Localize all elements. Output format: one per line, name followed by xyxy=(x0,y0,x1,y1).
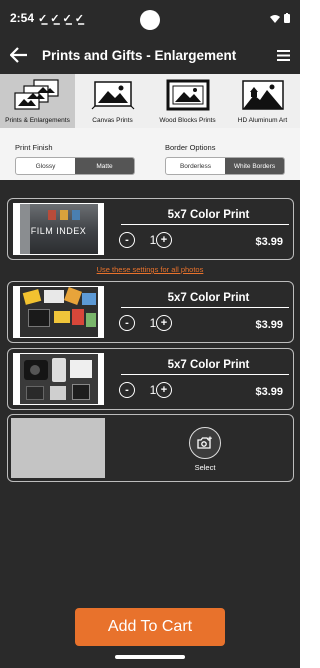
divider xyxy=(121,307,289,308)
notification-icons: ✓̲ ✓̲ ✓̲ ✓̲ xyxy=(38,12,84,25)
quantity-decrease-button[interactable]: - xyxy=(119,382,135,398)
back-arrow-icon[interactable] xyxy=(8,44,30,66)
select-label: Select xyxy=(194,463,216,472)
page-title: Prints and Gifts - Enlargement xyxy=(42,47,237,63)
quantity-increase-button[interactable]: + xyxy=(156,315,172,331)
wood-block-icon xyxy=(166,79,209,111)
print-item-card: 5x7 Color Print - 1 + $3.99 xyxy=(7,348,294,410)
photo-thumbnail[interactable] xyxy=(13,286,104,338)
tab-prints-enlargements[interactable]: Prints & Enlargements xyxy=(0,74,75,128)
notification-check-icon: ✓̲ xyxy=(62,12,72,25)
battery-icon xyxy=(284,13,290,23)
border-white-borders-button[interactable]: White Borders xyxy=(225,158,284,174)
border-options-segment: Borderless White Borders xyxy=(165,157,285,175)
divider xyxy=(121,374,289,375)
border-options-option: Border Options Borderless White Borders xyxy=(165,143,285,175)
border-options-title: Border Options xyxy=(165,143,216,152)
aluminum-art-icon xyxy=(241,80,284,110)
wifi-icon xyxy=(270,14,280,23)
film-index-logo-text: FILM INDEX xyxy=(30,226,87,236)
tab-wood-blocks-prints[interactable]: Wood Blocks Prints xyxy=(150,74,225,128)
tab-label: Wood Blocks Prints xyxy=(159,117,216,124)
finish-glossy-button[interactable]: Glossy xyxy=(16,158,75,174)
tab-canvas-prints[interactable]: Canvas Prints xyxy=(75,74,150,128)
print-item-card: 5x7 Color Print - 1 + $3.99 xyxy=(7,281,294,343)
gesture-nav-bar[interactable] xyxy=(115,655,185,659)
app-bar: Prints and Gifts - Enlargement xyxy=(0,36,300,74)
status-bar: 2:54 ✓̲ ✓̲ ✓̲ ✓̲ xyxy=(0,0,300,36)
divider xyxy=(121,224,289,225)
quantity-increase-button[interactable]: + xyxy=(156,382,172,398)
print-finish-option: Print Finish Glossy Matte xyxy=(15,143,135,175)
canvas-print-icon xyxy=(91,81,134,110)
status-time: 2:54 xyxy=(10,11,35,25)
product-title: 5x7 Color Print xyxy=(167,292,250,304)
tab-label: Canvas Prints xyxy=(92,117,133,124)
stacked-prints-icon xyxy=(13,79,59,110)
quantity-increase-button[interactable]: + xyxy=(156,232,172,248)
screen: 2:54 ✓̲ ✓̲ ✓̲ ✓̲ Prints and Gifts - Enla… xyxy=(0,0,300,668)
product-price: $3.99 xyxy=(255,386,283,398)
add-photo-card[interactable]: Select xyxy=(7,414,294,482)
product-title: 5x7 Color Print xyxy=(167,209,250,221)
tab-label: HD Aluminum Art xyxy=(237,117,288,124)
product-price: $3.99 xyxy=(255,236,283,248)
print-finish-segment: Glossy Matte xyxy=(15,157,135,175)
category-tabs: Prints & Enlargements Canvas Prints Wood… xyxy=(0,74,300,128)
product-title: 5x7 Color Print xyxy=(167,359,250,371)
quantity-decrease-button[interactable]: - xyxy=(119,315,135,331)
hamburger-menu-icon[interactable] xyxy=(274,46,292,64)
print-options: Print Finish Glossy Matte Border Options… xyxy=(0,128,300,180)
border-borderless-button[interactable]: Borderless xyxy=(166,158,225,174)
add-to-cart-button[interactable]: Add To Cart xyxy=(75,608,225,646)
notification-check-icon: ✓̲ xyxy=(38,12,48,25)
finish-matte-button[interactable]: Matte xyxy=(75,158,134,174)
tab-label: Prints & Enlargements xyxy=(5,117,70,124)
apply-settings-all-link[interactable]: Use these settings for all photos xyxy=(0,265,300,274)
notification-check-icon: ✓̲ xyxy=(74,12,84,25)
notification-check-icon: ✓̲ xyxy=(50,12,60,25)
print-item-card: FILM INDEX 5x7 Color Print - 1 + $3.99 xyxy=(7,198,294,260)
photo-thumbnail[interactable]: FILM INDEX xyxy=(13,203,104,255)
add-photo-camera-icon[interactable] xyxy=(189,427,221,459)
photo-thumbnail[interactable] xyxy=(13,353,104,405)
tab-hd-aluminum-art[interactable]: HD Aluminum Art xyxy=(225,74,300,128)
print-finish-title: Print Finish xyxy=(15,143,53,152)
camera-cutout xyxy=(140,10,160,30)
quantity-decrease-button[interactable]: - xyxy=(119,232,135,248)
product-price: $3.99 xyxy=(255,319,283,331)
empty-photo-placeholder xyxy=(11,418,105,478)
